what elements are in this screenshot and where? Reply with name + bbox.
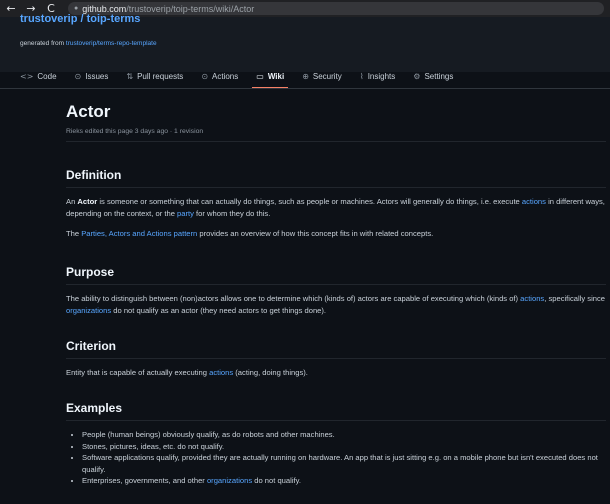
repo-header: trustoverip / toip-terms generated from … (0, 13, 610, 89)
gear-icon: ⚙ (413, 72, 421, 81)
examples-section: Examples People (human beings) obviously… (66, 401, 606, 487)
pattern-paragraph: The Parties, Actors and Actions pattern … (66, 229, 434, 238)
edit-meta: Rieks edited this page 3 days ago · 1 re… (66, 128, 204, 135)
definition-heading: Definition (66, 168, 122, 182)
generated-from: generated from trustoverip/terms-repo-te… (20, 40, 157, 47)
repo-tabs: <> Code ⊙ Issues ⇅ Pull requests ⊙ Actions ▭… (20, 64, 471, 89)
list-item: People (human beings) obviously qualify,… (82, 429, 606, 441)
title-rule (66, 141, 606, 142)
lock-icon: ● (74, 5, 79, 12)
tab-security[interactable]: ⊕ Security (302, 64, 342, 89)
actions-link[interactable]: actions (520, 294, 544, 303)
code-icon: <> (20, 72, 34, 81)
criterion-section: Criterion Entity that is capable of actu… (66, 339, 606, 379)
tab-code[interactable]: <> Code (20, 64, 57, 89)
actions-link[interactable]: actions (522, 197, 546, 206)
section-rule (66, 358, 606, 359)
section-rule (66, 420, 606, 421)
list-item: Software applications qualify, provided … (82, 452, 606, 475)
issues-icon: ⊙ (74, 72, 82, 81)
back-icon[interactable]: ← (4, 2, 18, 15)
pattern-link[interactable]: Parties, Actors and Actions pattern (81, 229, 197, 238)
book-icon: ▭ (256, 72, 264, 81)
purpose-paragraph: The ability to distinguish between (non)… (66, 294, 606, 315)
examples-list: People (human beings) obviously qualify,… (66, 429, 606, 487)
list-item: Stones, pictures, ideas, etc. do not qua… (82, 441, 606, 453)
organizations-link[interactable]: organizations (66, 306, 111, 315)
repo-title[interactable]: trustoverip / toip-terms (20, 13, 140, 25)
template-link[interactable]: trustoverip/terms-repo-template (66, 40, 157, 47)
criterion-paragraph: Entity that is capable of actually execu… (66, 368, 308, 377)
tab-pull-requests[interactable]: ⇅ Pull requests (126, 64, 183, 89)
list-item: Enterprises, governments, and other orga… (82, 475, 606, 487)
section-rule (66, 284, 606, 285)
party-link[interactable]: party (177, 209, 194, 218)
definition-paragraph: An Actor is someone or something that ca… (66, 197, 605, 218)
criterion-heading: Criterion (66, 339, 117, 353)
examples-heading: Examples (66, 401, 123, 415)
url-host: github.com (82, 3, 127, 14)
graph-icon: ⌇ (359, 72, 364, 81)
purpose-heading: Purpose (66, 265, 115, 279)
pull-request-icon: ⇅ (126, 72, 134, 81)
tab-wiki[interactable]: ▭ Wiki (252, 64, 289, 89)
tab-settings[interactable]: ⚙ Settings (413, 64, 453, 89)
shield-icon: ⊕ (302, 72, 309, 81)
tab-actions[interactable]: ⊙ Actions (201, 64, 238, 89)
purpose-section: Purpose The ability to distinguish betwe… (66, 265, 606, 317)
definition-section: Definition An Actor is someone or someth… (66, 168, 606, 240)
section-rule (66, 187, 606, 188)
actions-link[interactable]: actions (209, 368, 233, 377)
wiki-content: Actor Rieks edited this page 3 days ago … (66, 101, 606, 485)
actions-icon: ⊙ (201, 72, 209, 81)
tab-insights[interactable]: ⌇ Insights (360, 64, 395, 89)
page-title: Actor (66, 102, 111, 121)
url-path: /trustoverip/toip-terms/wiki/Actor (126, 3, 255, 14)
address-bar[interactable]: ● github.com/trustoverip/toip-terms/wiki… (68, 2, 604, 15)
header-divider (0, 88, 610, 89)
organizations-link[interactable]: organizations (207, 476, 252, 485)
tab-issues[interactable]: ⊙ Issues (75, 64, 109, 89)
